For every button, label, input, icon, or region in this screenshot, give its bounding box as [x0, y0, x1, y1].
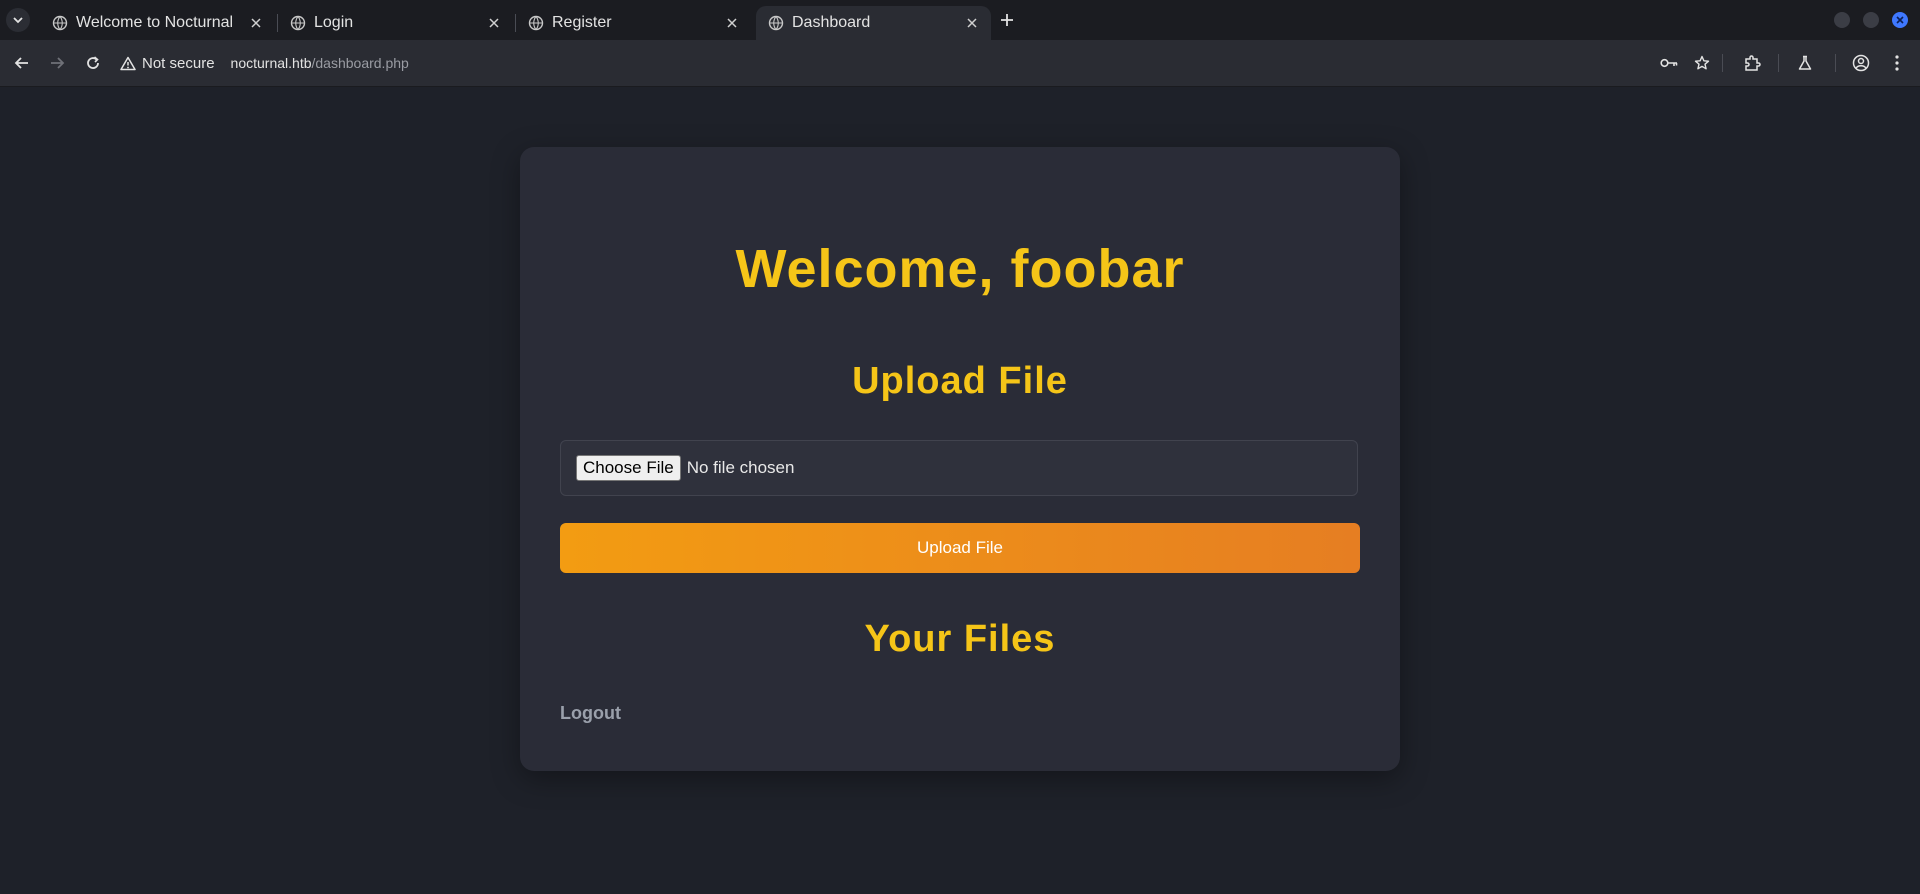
- url-path: /dashboard.php: [311, 55, 409, 71]
- tab-login[interactable]: Login: [278, 6, 513, 40]
- welcome-heading: Welcome, foobar: [735, 239, 1185, 299]
- warning-icon: [120, 56, 136, 70]
- globe-icon: [52, 15, 68, 31]
- reload-icon: [87, 56, 99, 69]
- more-vertical-icon: [1895, 55, 1899, 71]
- dashboard-card: Welcome, foobar Upload File Choose File …: [520, 147, 1400, 771]
- tab-welcome[interactable]: Welcome to Nocturnal: [40, 6, 275, 40]
- file-input[interactable]: Choose File No file chosen: [560, 440, 1358, 496]
- page-viewport: Welcome, foobar Upload File Choose File …: [0, 87, 1920, 894]
- extensions-button[interactable]: [1740, 51, 1764, 75]
- plus-icon: [1001, 14, 1013, 26]
- address-bar[interactable]: Not secure nocturnal.htb/dashboard.php: [120, 45, 1710, 81]
- close-icon[interactable]: [963, 14, 981, 32]
- flask-icon: [1798, 55, 1812, 70]
- key-icon: [1660, 58, 1678, 68]
- chevron-down-icon: [13, 17, 23, 24]
- file-status-text: No file chosen: [686, 458, 795, 477]
- toolbar-divider: [1778, 54, 1779, 72]
- close-icon[interactable]: [723, 14, 741, 32]
- tab-title: Welcome to Nocturnal: [76, 14, 234, 31]
- upload-heading: Upload File: [852, 360, 1068, 402]
- new-tab-button[interactable]: [995, 8, 1019, 32]
- toolbar-divider: [1722, 54, 1723, 72]
- url-host: nocturnal.htb: [230, 55, 312, 71]
- globe-icon: [528, 15, 544, 31]
- puzzle-icon: [1745, 55, 1761, 71]
- tab-register[interactable]: Register: [516, 6, 751, 40]
- globe-icon: [290, 15, 306, 31]
- tab-title: Register: [552, 14, 612, 31]
- url-text[interactable]: nocturnal.htb/dashboard.php: [231, 55, 409, 71]
- tab-strip: Welcome to Nocturnal Login Register Dash…: [0, 0, 1920, 40]
- star-icon: [1694, 55, 1710, 70]
- close-icon[interactable]: [485, 14, 503, 32]
- your-files-heading: Your Files: [864, 618, 1056, 660]
- security-label: Not secure: [142, 54, 215, 72]
- forward-button[interactable]: [45, 51, 69, 75]
- close-icon[interactable]: [247, 14, 265, 32]
- arrow-right-icon: [51, 57, 65, 69]
- choose-file-button[interactable]: Choose File: [576, 455, 681, 481]
- back-button[interactable]: [10, 51, 34, 75]
- toolbar-divider: [1835, 54, 1836, 72]
- security-indicator[interactable]: Not secure: [120, 55, 215, 72]
- tab-dashboard[interactable]: Dashboard: [756, 6, 991, 40]
- profile-button[interactable]: [1849, 51, 1873, 75]
- globe-icon: [768, 15, 784, 31]
- maximize-button[interactable]: [1863, 12, 1879, 28]
- bookmark-button[interactable]: [1690, 51, 1714, 75]
- labs-button[interactable]: [1793, 51, 1817, 75]
- tab-search-button[interactable]: [6, 8, 30, 32]
- browser-toolbar: Not secure nocturnal.htb/dashboard.php: [0, 40, 1920, 87]
- profile-icon: [1852, 54, 1870, 72]
- minimize-button[interactable]: [1834, 12, 1850, 28]
- arrow-left-icon: [14, 57, 28, 69]
- upload-file-button[interactable]: Upload File: [560, 523, 1360, 573]
- logout-link[interactable]: Logout: [560, 703, 621, 724]
- window-close-button[interactable]: [1892, 12, 1908, 28]
- tab-title: Dashboard: [792, 14, 871, 31]
- password-key-button[interactable]: [1657, 51, 1681, 75]
- menu-button[interactable]: [1885, 51, 1909, 75]
- close-icon: [1896, 16, 1904, 24]
- tab-title: Login: [314, 14, 354, 31]
- reload-button[interactable]: [81, 51, 105, 75]
